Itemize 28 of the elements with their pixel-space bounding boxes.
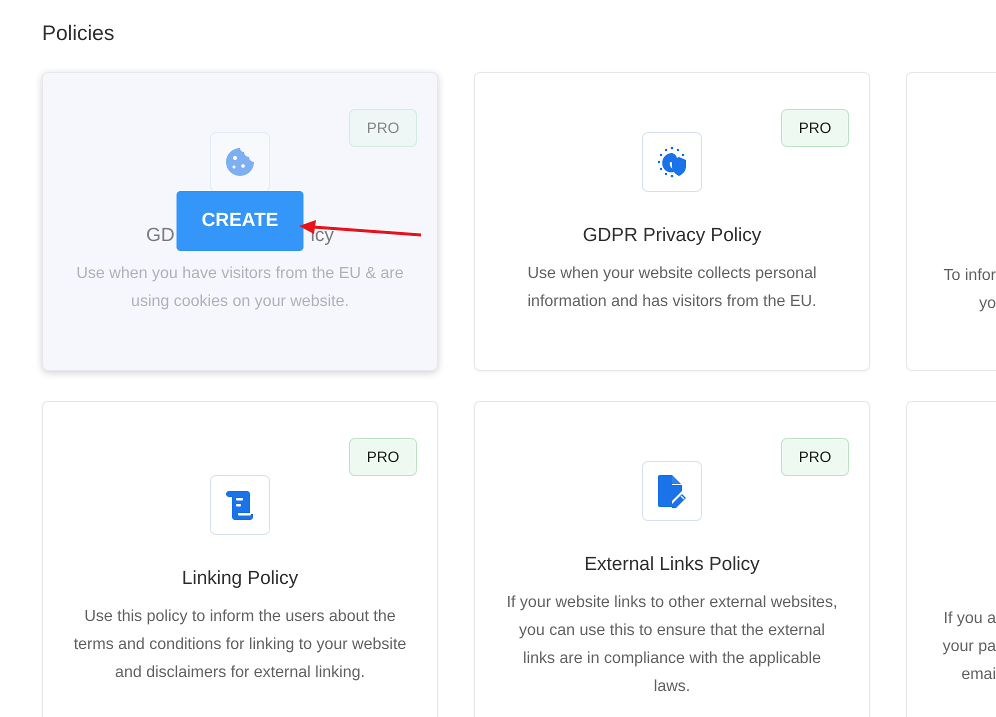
card-title: GD	[146, 224, 175, 248]
policy-card[interactable]: To infor yo	[906, 72, 996, 371]
card-title: External Links Policy	[584, 553, 760, 577]
card-description: Use when your website collects personal information and has visitors from the EU.	[526, 264, 818, 312]
card-description: yo	[979, 294, 996, 314]
policy-card[interactable]: PRO External Links Policy If your website links to other external websites, you can use this to ensure that the external links are in compliance with the applicable laws.	[474, 401, 870, 717]
pro-badge: PRO	[349, 109, 417, 147]
card-description: your pa	[942, 637, 996, 657]
card-description: If your website links to other external websites, you can use this to ensure that the external links are in compliance with the applicable laws.	[506, 593, 838, 697]
pro-badge: PRO	[781, 438, 849, 476]
policy-card[interactable]: PRO GDPR Privacy Policy Use when your website collects personal information and has visitors from the EU.	[474, 72, 870, 371]
card-description: Use when you have visitors from the EU & are using cookies on your website.	[75, 264, 405, 312]
card-description: If you a	[944, 609, 996, 629]
card-title: GDPR Privacy Policy	[582, 224, 762, 248]
page-title: Policies	[42, 21, 116, 47]
pro-badge: PRO	[349, 438, 417, 476]
cookie-icon	[224, 146, 256, 178]
scroll-icon	[225, 489, 255, 521]
card-description: emai	[961, 665, 996, 685]
card-title: Linking Policy	[182, 567, 298, 591]
card-description: Use this policy to inform the users about the terms and conditions for linking to your website and disclaimers for external linking.	[72, 607, 408, 683]
policy-card[interactable]: If you a your pa emai	[906, 401, 996, 717]
policy-card[interactable]: PRO Linking Policy Use this policy to inform the users about the terms and conditions for linking to your website and disclaimers for external linking.	[42, 401, 438, 717]
card-description: To infor	[944, 266, 996, 286]
create-button[interactable]: CREATE	[176, 191, 304, 251]
file-edit-icon	[657, 474, 687, 508]
globe-shield-icon	[655, 145, 689, 179]
pro-badge: PRO	[781, 109, 849, 147]
